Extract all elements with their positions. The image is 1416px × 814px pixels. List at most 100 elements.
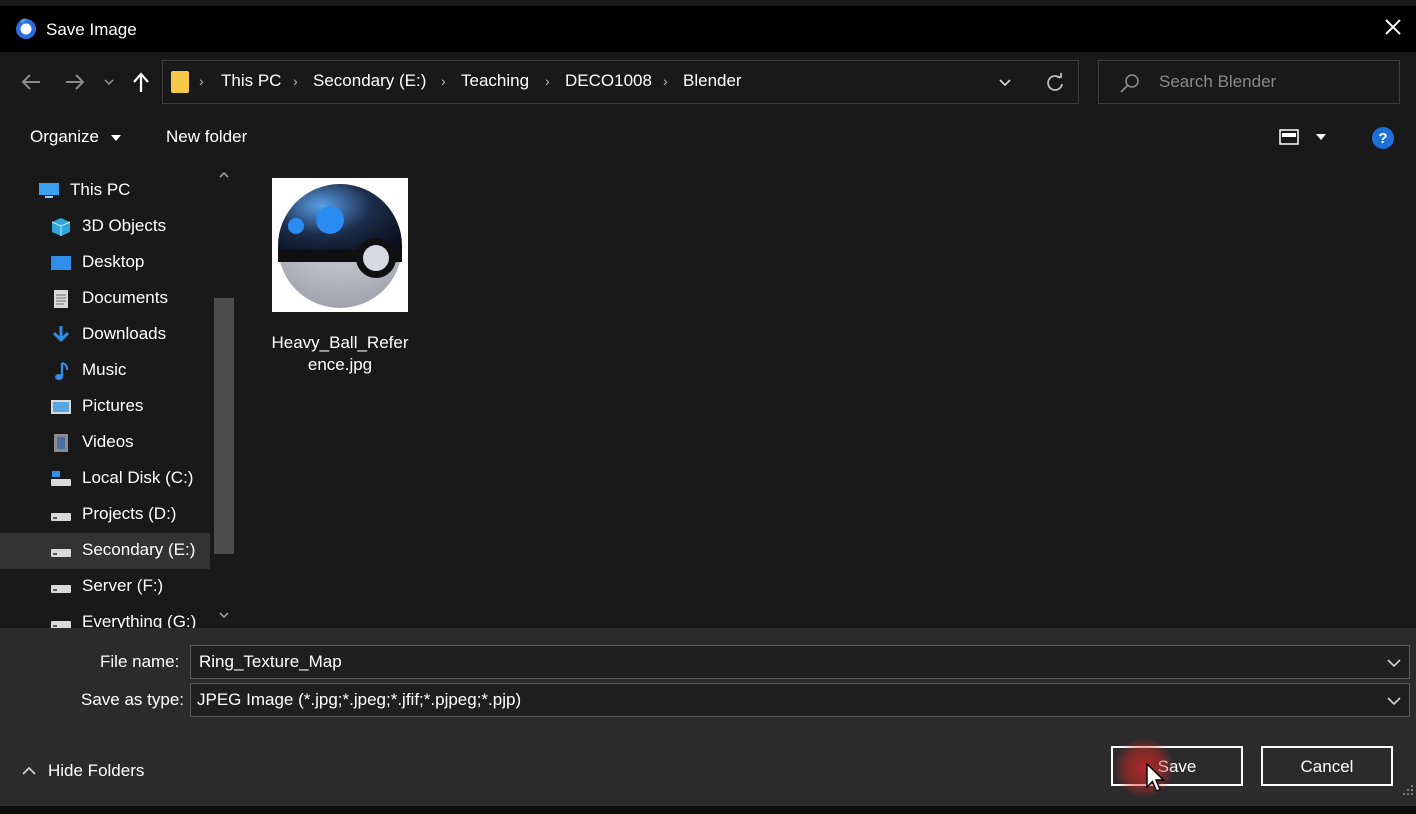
forward-button[interactable] <box>62 68 88 96</box>
file-name-label: File name: <box>100 652 180 671</box>
file-item[interactable]: Heavy_Ball_Refer ence.jpg <box>270 176 410 374</box>
hide-folders-label: Hide Folders <box>48 761 145 780</box>
sidebar-item-label: Pictures <box>82 396 144 415</box>
breadcrumb-teaching[interactable]: Teaching <box>461 71 529 91</box>
window-title: Save Image <box>46 20 137 39</box>
organize-label: Organize <box>30 127 99 146</box>
cancel-button[interactable]: Cancel <box>1261 746 1393 786</box>
sidebar-item-everything-g[interactable]: Everything (G:) <box>0 605 210 628</box>
sidebar-item-label: Documents <box>82 288 168 307</box>
file-name-line-1: Heavy_Ball_Refer <box>271 333 409 352</box>
sidebar-item-documents[interactable]: Documents <box>0 281 210 317</box>
file-name-input[interactable]: Ring_Texture_Map <box>190 645 1410 679</box>
scroll-up-icon[interactable] <box>218 170 230 180</box>
refresh-icon[interactable] <box>1045 73 1065 93</box>
sidebar-item-label: Desktop <box>82 252 145 271</box>
save-type-select[interactable]: JPEG Image (*.jpg;*.jpeg;*.jfif;*.pjpeg;… <box>190 683 1410 717</box>
film-icon <box>54 434 68 452</box>
recent-locations-button[interactable] <box>98 68 120 96</box>
chevron-up-icon <box>22 766 36 775</box>
file-list-pane: Heavy_Ball_Refer ence.jpg <box>238 162 1416 628</box>
sidebar-item-label: This PC <box>70 180 131 199</box>
sidebar-item-label: Local Disk (C:) <box>82 468 194 487</box>
caret-down-icon <box>110 134 121 141</box>
breadcrumb-blender[interactable]: Blender <box>683 71 742 91</box>
back-button[interactable] <box>18 68 44 96</box>
scroll-thumb[interactable] <box>214 298 234 554</box>
breadcrumb-separator-icon: › <box>293 73 298 89</box>
window-bottom-edge <box>0 806 1416 814</box>
picture-icon <box>51 400 71 414</box>
help-icon[interactable]: ? <box>1371 126 1395 150</box>
cancel-button-label: Cancel <box>1300 757 1354 776</box>
sidebar-item-this-pc[interactable]: This PC <box>0 173 210 209</box>
chevron-down-icon <box>104 79 114 86</box>
sidebar-item-videos[interactable]: Videos <box>0 425 210 461</box>
drive-icon <box>51 513 71 521</box>
navigation-pane: This PC 3D Objects Desktop Documents Dow… <box>0 162 238 628</box>
command-toolbar: Organize New folder ? <box>0 114 1416 162</box>
breadcrumb-separator-icon: › <box>441 73 446 89</box>
sidebar-item-label: Videos <box>82 432 134 451</box>
system-drive-icon <box>51 471 71 486</box>
sidebar-item-music[interactable]: Music <box>0 353 210 389</box>
drive-icon <box>51 621 71 628</box>
sidebar-item-label: 3D Objects <box>82 216 167 235</box>
file-name-label: Heavy_Ball_Refer ence.jpg <box>270 332 410 376</box>
up-button[interactable] <box>128 68 154 96</box>
sidebar-item-label: Projects (D:) <box>82 504 177 523</box>
up-arrow-icon <box>133 72 149 92</box>
svg-text:?: ? <box>1378 130 1387 147</box>
breadcrumb-secondary[interactable]: Secondary (E:) <box>313 71 426 91</box>
resize-grip-icon[interactable] <box>1402 784 1414 796</box>
organize-button[interactable]: Organize <box>30 127 122 147</box>
navigation-bar: › This PC › Secondary (E:) › Teaching › … <box>0 52 1416 114</box>
breadcrumb-deco1008[interactable]: DECO1008 <box>565 71 652 91</box>
new-folder-button[interactable]: New folder <box>166 127 247 147</box>
image-thumbnail <box>272 178 408 312</box>
back-arrow-icon <box>21 74 40 90</box>
save-type-value: JPEG Image (*.jpg;*.jpeg;*.jfif;*.pjpeg;… <box>197 690 522 709</box>
chevron-down-icon[interactable] <box>1385 654 1403 672</box>
address-bar[interactable]: › This PC › Secondary (E:) › Teaching › … <box>162 60 1079 104</box>
cube-icon <box>51 218 71 236</box>
sidebar-item-server-f[interactable]: Server (F:) <box>0 569 210 605</box>
sidebar-item-label: Music <box>82 360 127 379</box>
sidebar-item-secondary-e[interactable]: Secondary (E:) <box>0 533 210 569</box>
close-icon[interactable] <box>1378 12 1408 42</box>
drive-icon <box>51 585 71 593</box>
sidebar-item-downloads[interactable]: Downloads <box>0 317 210 353</box>
scroll-down-icon[interactable] <box>218 610 230 620</box>
heavy-ball-thumbnail-icon <box>278 184 402 308</box>
desktop-icon <box>51 256 71 270</box>
view-options-icon[interactable] <box>1279 129 1299 145</box>
firefox-icon <box>16 18 36 39</box>
file-name-value: Ring_Texture_Map <box>199 652 342 671</box>
search-icon <box>1120 74 1139 93</box>
save-form-panel: File name: Ring_Texture_Map Save as type… <box>0 628 1416 806</box>
breadcrumb-this-pc[interactable]: This PC <box>221 71 281 91</box>
file-name-line-2: ence.jpg <box>307 355 373 374</box>
sidebar-item-label: Server (F:) <box>82 576 164 595</box>
address-dropdown-chevron-icon[interactable] <box>997 77 1013 89</box>
navigation-scrollbar[interactable] <box>212 162 236 628</box>
music-note-icon <box>55 362 69 380</box>
sidebar-item-projects-d[interactable]: Projects (D:) <box>0 497 210 533</box>
folder-icon <box>171 71 189 93</box>
mouse-cursor-icon <box>1146 763 1166 792</box>
search-input[interactable]: Search Blender <box>1098 60 1400 104</box>
download-arrow-icon <box>52 326 70 343</box>
sidebar-item-pictures[interactable]: Pictures <box>0 389 210 425</box>
forward-arrow-icon <box>66 74 85 90</box>
computer-icon <box>39 183 59 198</box>
sidebar-item-label: Downloads <box>82 324 167 343</box>
chevron-down-icon[interactable] <box>1385 692 1403 710</box>
sidebar-item-local-disk-c[interactable]: Local Disk (C:) <box>0 461 210 497</box>
breadcrumb-separator-icon: › <box>545 73 550 89</box>
view-dropdown-caret-icon[interactable] <box>1315 133 1327 141</box>
drive-icon <box>51 549 71 557</box>
breadcrumb-separator-icon: › <box>663 73 668 89</box>
breadcrumb-separator-icon: › <box>199 73 204 89</box>
sidebar-item-desktop[interactable]: Desktop <box>0 245 210 281</box>
sidebar-item-3d-objects[interactable]: 3D Objects <box>0 209 210 245</box>
